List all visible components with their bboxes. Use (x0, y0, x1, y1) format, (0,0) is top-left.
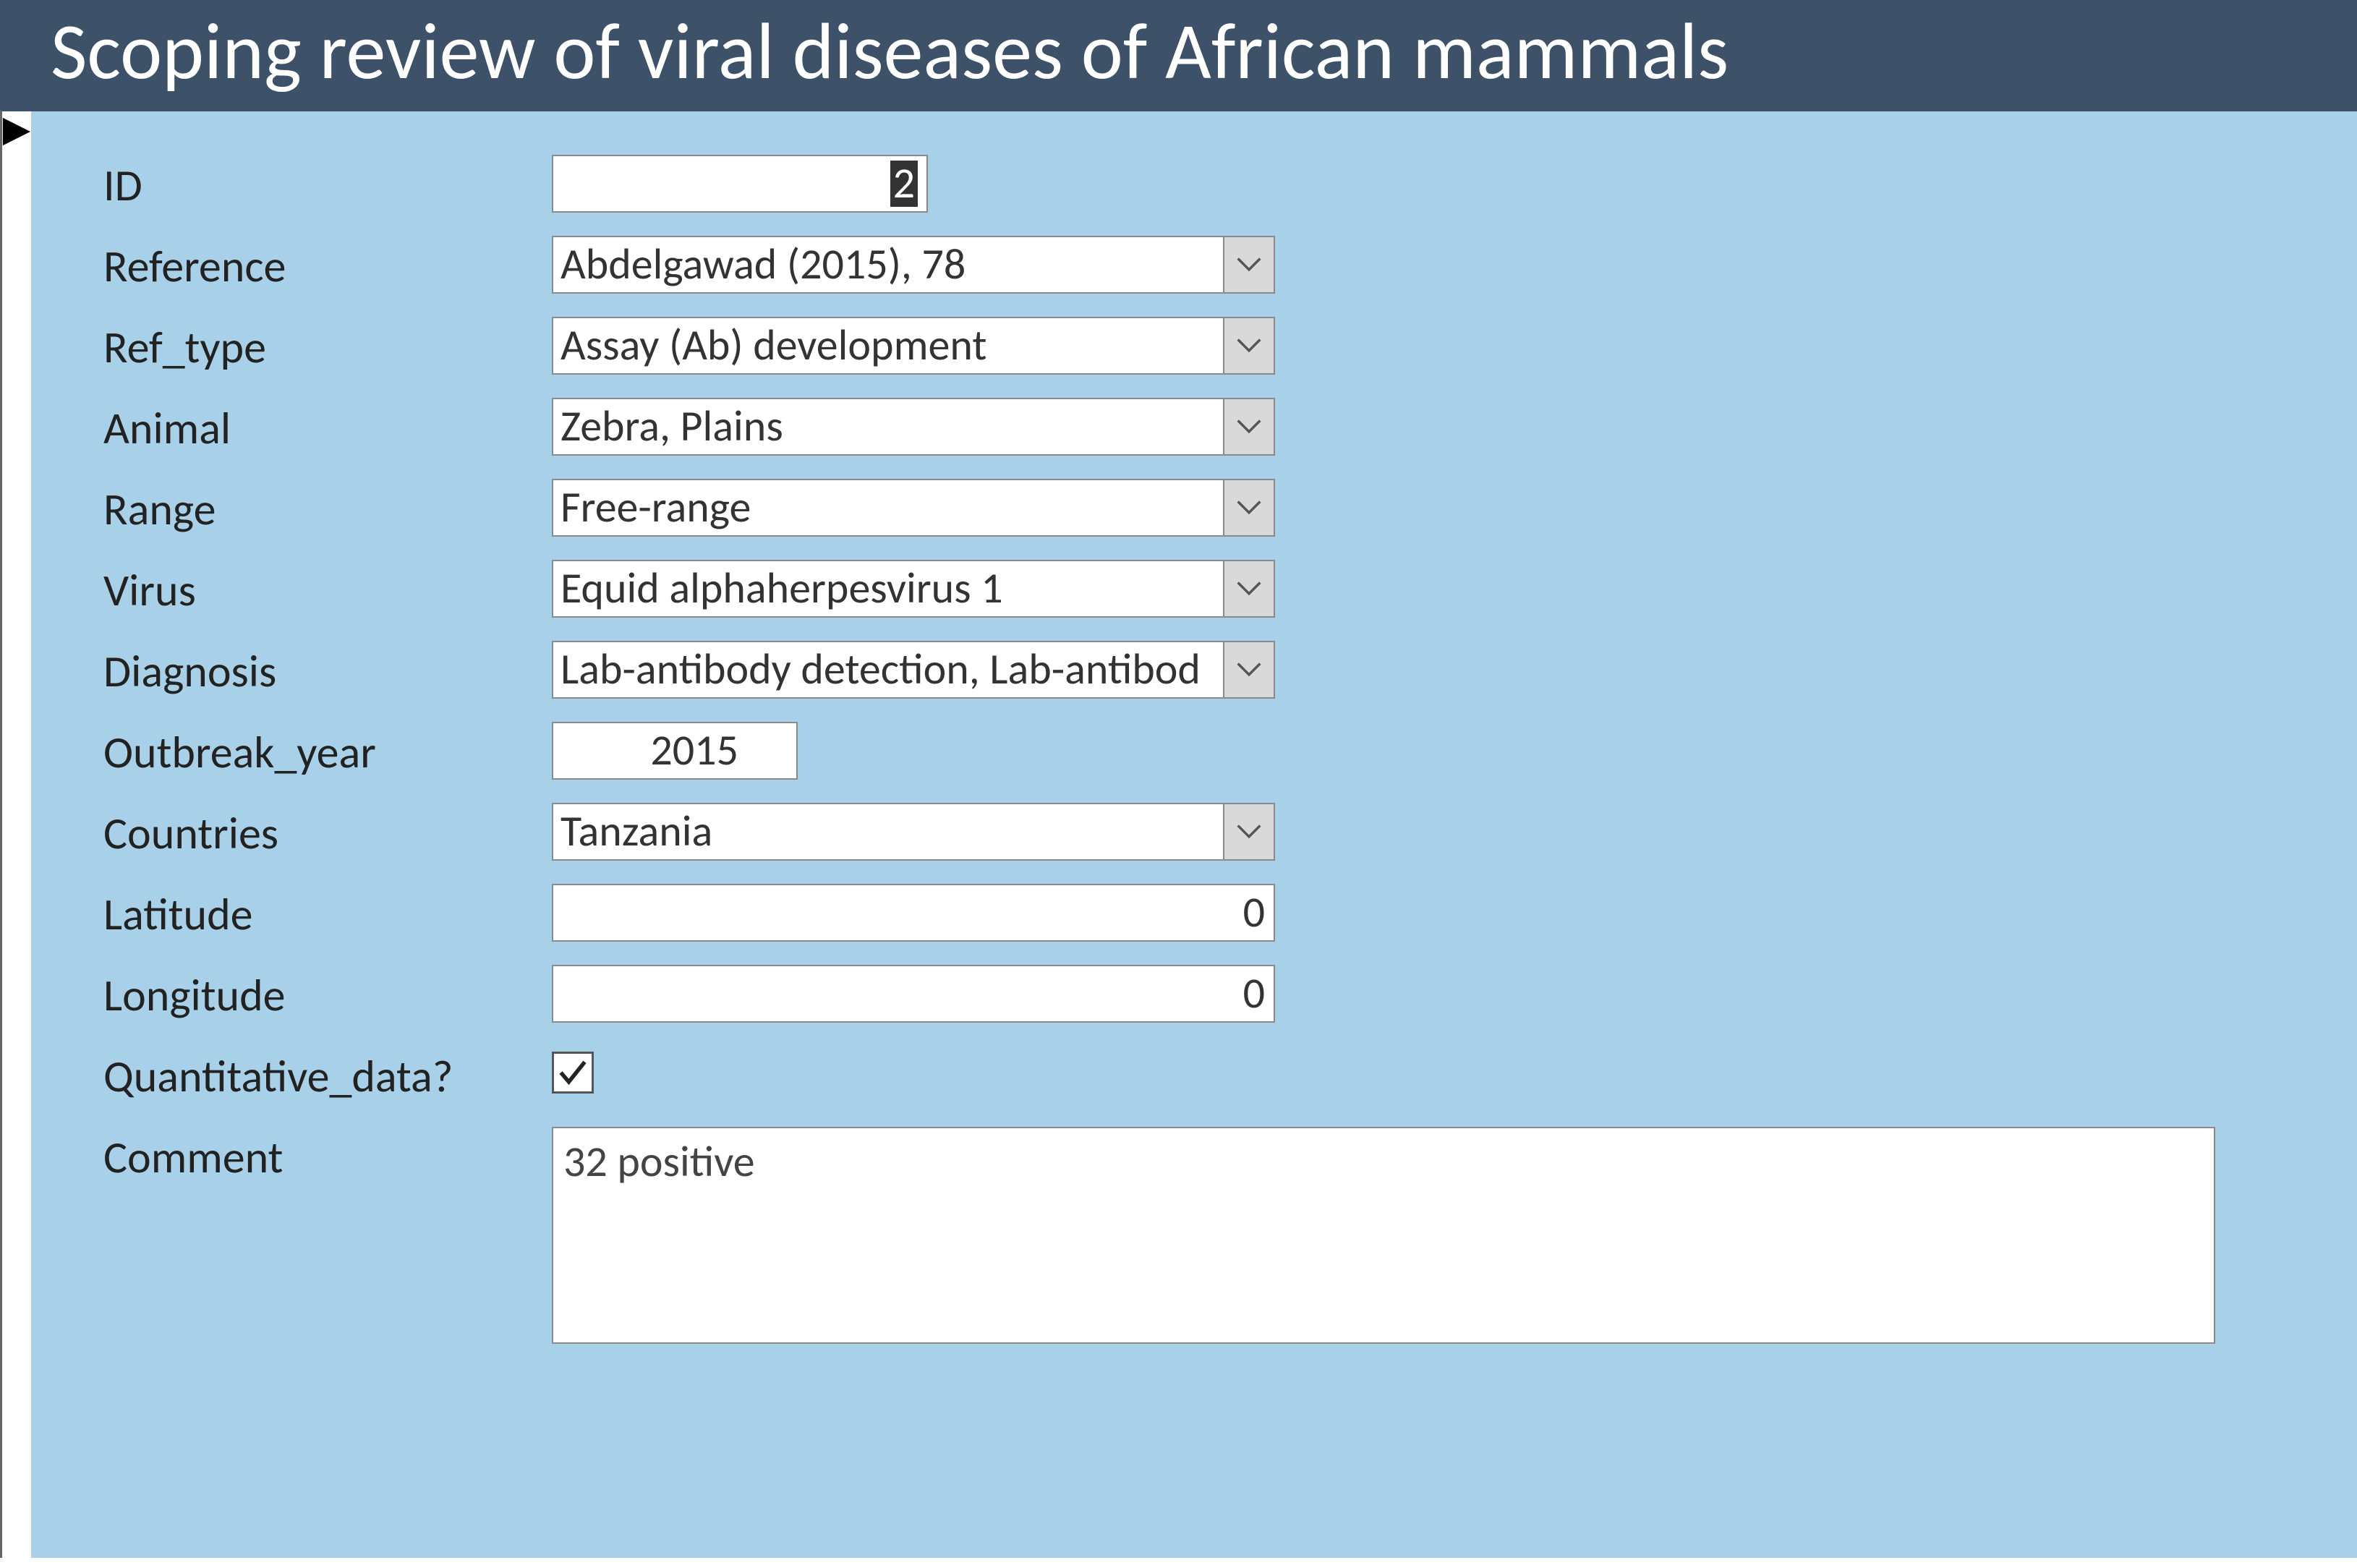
chevron-down-icon (1237, 823, 1261, 840)
label-range: Range (103, 479, 552, 537)
ref-type-combobox[interactable]: Assay (Ab) development (552, 317, 1224, 375)
chevron-down-icon (1237, 580, 1261, 597)
form-area: ▶ ID 2 Reference Abdelgawad (2015), 78 R… (0, 109, 2357, 1558)
comment-textarea[interactable]: 32 positive (552, 1127, 2215, 1344)
range-combobox[interactable]: Free-range (552, 479, 1224, 537)
reference-combobox[interactable]: Abdelgawad (2015), 78 (552, 236, 1224, 294)
id-field[interactable]: 2 (552, 155, 928, 213)
row-range: Range Free-range (103, 479, 2299, 537)
record-selector[interactable]: ▶ (2, 111, 31, 1558)
label-longitude: Longitude (103, 965, 552, 1023)
row-id: ID 2 (103, 155, 2299, 213)
chevron-down-icon (1237, 661, 1261, 678)
chevron-down-icon (1237, 337, 1261, 354)
row-countries: Countries Tanzania (103, 803, 2299, 861)
chevron-down-icon (1237, 499, 1261, 516)
chevron-down-icon (1237, 418, 1261, 435)
countries-combobox[interactable]: Tanzania (552, 803, 1224, 861)
quantitative-data-checkbox[interactable] (552, 1052, 594, 1094)
label-virus: Virus (103, 560, 552, 618)
row-reference: Reference Abdelgawad (2015), 78 (103, 236, 2299, 294)
record-marker-icon: ▶ (3, 111, 30, 148)
row-quantitative-data: Quantitative_data? (103, 1046, 2299, 1104)
animal-combobox[interactable]: Zebra, Plains (552, 398, 1224, 456)
diagnosis-dropdown-button[interactable] (1224, 641, 1275, 699)
reference-dropdown-button[interactable] (1224, 236, 1275, 294)
checkmark-icon (557, 1057, 589, 1088)
label-comment: Comment (103, 1127, 552, 1185)
label-animal: Animal (103, 398, 552, 456)
label-diagnosis: Diagnosis (103, 641, 552, 699)
form-title: Scoping review of viral diseases of Afri… (0, 0, 2357, 109)
label-latitude: Latitude (103, 884, 552, 942)
row-diagnosis: Diagnosis Lab-antibody detection, Lab-an… (103, 641, 2299, 699)
id-value-selected: 2 (890, 161, 918, 207)
label-quantitative-data: Quantitative_data? (103, 1046, 552, 1104)
label-outbreak-year: Outbreak_year (103, 722, 552, 780)
virus-dropdown-button[interactable] (1224, 560, 1275, 618)
row-ref-type: Ref_type Assay (Ab) development (103, 317, 2299, 375)
row-animal: Animal Zebra, Plains (103, 398, 2299, 456)
chevron-down-icon (1237, 256, 1261, 273)
label-id: ID (103, 155, 552, 213)
countries-dropdown-button[interactable] (1224, 803, 1275, 861)
row-outbreak-year: Outbreak_year 2015 (103, 722, 2299, 780)
diagnosis-combobox[interactable]: Lab-antibody detection, Lab-antibod (552, 641, 1224, 699)
label-reference: Reference (103, 236, 552, 294)
form-body: ID 2 Reference Abdelgawad (2015), 78 Ref… (31, 111, 2357, 1558)
animal-dropdown-button[interactable] (1224, 398, 1275, 456)
range-dropdown-button[interactable] (1224, 479, 1275, 537)
longitude-field[interactable]: 0 (552, 965, 1275, 1023)
row-virus: Virus Equid alphaherpesvirus 1 (103, 560, 2299, 618)
label-ref-type: Ref_type (103, 317, 552, 375)
row-comment: Comment 32 positive (103, 1127, 2299, 1344)
outbreak-year-field[interactable]: 2015 (552, 722, 798, 780)
virus-combobox[interactable]: Equid alphaherpesvirus 1 (552, 560, 1224, 618)
row-latitude: Latitude 0 (103, 884, 2299, 942)
label-countries: Countries (103, 803, 552, 861)
row-longitude: Longitude 0 (103, 965, 2299, 1023)
latitude-field[interactable]: 0 (552, 884, 1275, 942)
ref-type-dropdown-button[interactable] (1224, 317, 1275, 375)
